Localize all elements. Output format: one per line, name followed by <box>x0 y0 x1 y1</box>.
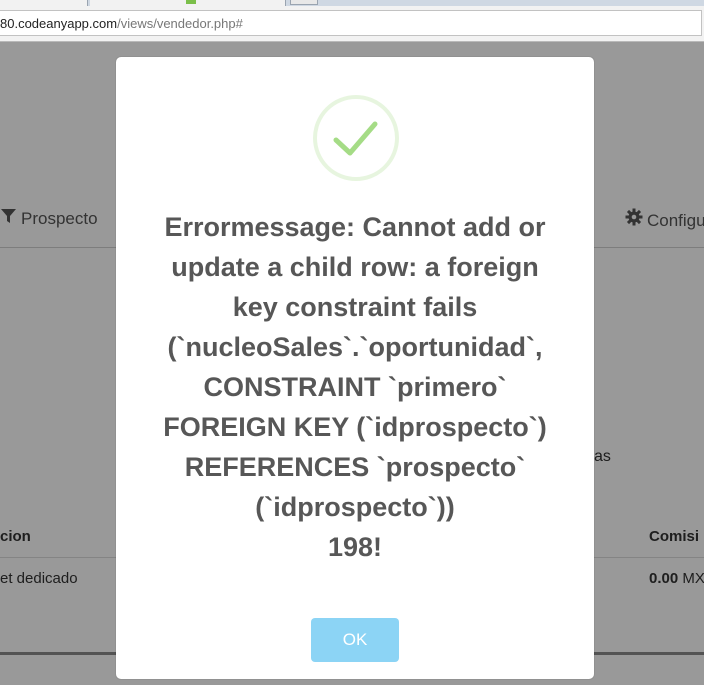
dialog-message-line: REFERENCES `prospecto` <box>184 452 526 482</box>
url-path: /views/vendedor.php# <box>117 16 243 31</box>
dialog-message-line: FOREIGN KEY (`idprospecto`) <box>163 412 547 442</box>
new-tab-button[interactable] <box>290 0 318 5</box>
address-bar[interactable]: 80.codeanyapp.com/views/vendedor.php# <box>0 10 702 36</box>
dialog-message-line: 198! <box>327 532 383 562</box>
dialog-message-line: update a child row: a foreign <box>171 252 539 282</box>
dialog-message-line: key constraint fails <box>232 292 478 322</box>
browser-toolbar: 80.codeanyapp.com/views/vendedor.php# <box>0 6 704 42</box>
dialog-message-line: CONSTRAINT `primero` <box>203 372 507 402</box>
dialog-message-line: Errormessage: Cannot add or <box>164 212 546 242</box>
favicon-icon <box>186 0 196 4</box>
ok-button[interactable]: OK <box>311 618 399 662</box>
url-text: 80.codeanyapp.com/views/vendedor.php# <box>0 16 243 31</box>
checkmark-icon <box>313 95 399 181</box>
dialog-message-line: (`idprospecto`)) <box>255 492 455 522</box>
dialog-message-line: (`nucleoSales`.`oportunidad`, <box>167 332 543 362</box>
dialog-message: Errormessage: Cannot add or update a chi… <box>136 207 574 567</box>
error-dialog: Errormessage: Cannot add or update a chi… <box>116 57 594 679</box>
url-host: 80.codeanyapp.com <box>0 16 118 31</box>
